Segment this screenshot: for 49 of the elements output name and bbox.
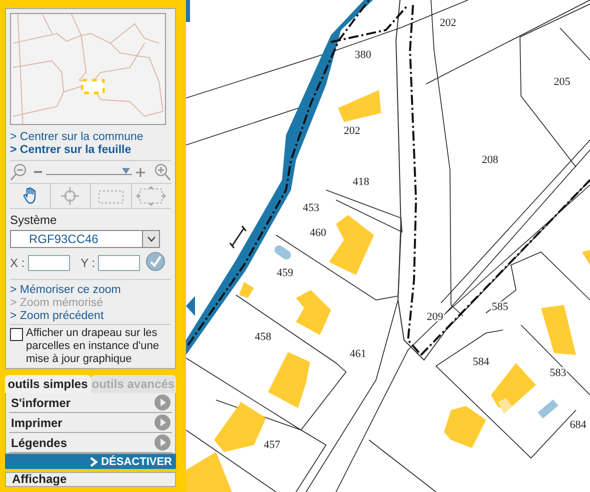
- parcel-number: 205: [554, 76, 570, 88]
- chevron-right-icon: [90, 456, 98, 466]
- deactivate-button[interactable]: DÉSACTIVER: [5, 454, 176, 469]
- menu-item[interactable]: Imprimer: [9, 413, 172, 433]
- parcel-number: 418: [352, 176, 370, 188]
- collapse-tab[interactable]: [186, 296, 195, 316]
- panel-title: Affichage: [5, 472, 176, 487]
- tab[interactable]: outils simples: [5, 375, 90, 393]
- center-link[interactable]: > Centrer sur la feuille: [10, 144, 171, 157]
- play-icon: [154, 414, 171, 431]
- parcel-number: 208: [482, 154, 498, 166]
- x-label: X :: [10, 256, 25, 270]
- zoom-link[interactable]: > Zoom précédent: [10, 310, 171, 323]
- menu-item[interactable]: Légendes: [9, 433, 172, 453]
- parcel-number: 584: [472, 356, 490, 368]
- cadastral-map-drawing[interactable]: [186, 0, 590, 492]
- x-input[interactable]: [28, 255, 70, 271]
- plus-icon[interactable]: [136, 168, 145, 176]
- overview-map[interactable]: [10, 13, 166, 125]
- center-link[interactable]: > Centrer sur la commune: [10, 131, 171, 144]
- parcel-number: 202: [344, 125, 360, 137]
- parcel-number: 453: [302, 202, 320, 214]
- parcel-number: 461: [350, 348, 366, 360]
- checkbox[interactable]: [10, 328, 23, 341]
- checkmark-icon: [146, 252, 166, 271]
- parcel-number: 202: [440, 17, 456, 29]
- system-dropdown[interactable]: RGF93CC46: [10, 230, 160, 248]
- zoom-out-icon[interactable]: [10, 163, 28, 181]
- crosshair-icon: [60, 186, 80, 206]
- menu-item[interactable]: S'informer: [9, 393, 172, 413]
- zoom-in-icon[interactable]: [153, 163, 171, 181]
- parcel-number: 458: [254, 331, 272, 343]
- y-label: Y :: [80, 256, 96, 270]
- parcel-number: 457: [264, 439, 280, 451]
- parcel-number: 585: [492, 301, 508, 313]
- flag-option-label: Afficher un drapeau sur les parcelles en instance d'une mise à jour graphique: [26, 327, 160, 366]
- panel-edge: [186, 0, 190, 22]
- parcel-number: 209: [426, 311, 444, 323]
- system-label: Système: [10, 213, 58, 227]
- parcel-number: 583: [550, 367, 566, 379]
- parcel-number: 380: [354, 49, 372, 61]
- parcel-number: 684: [570, 419, 586, 431]
- play-icon: [154, 434, 171, 451]
- extent-icon: [135, 186, 168, 206]
- parcel-number: 459: [276, 267, 294, 279]
- y-input[interactable]: [98, 255, 140, 271]
- parcel-number: 460: [310, 227, 326, 239]
- zoom-link[interactable]: > Mémoriser ce zoom: [10, 284, 171, 297]
- validate-button[interactable]: [146, 252, 166, 274]
